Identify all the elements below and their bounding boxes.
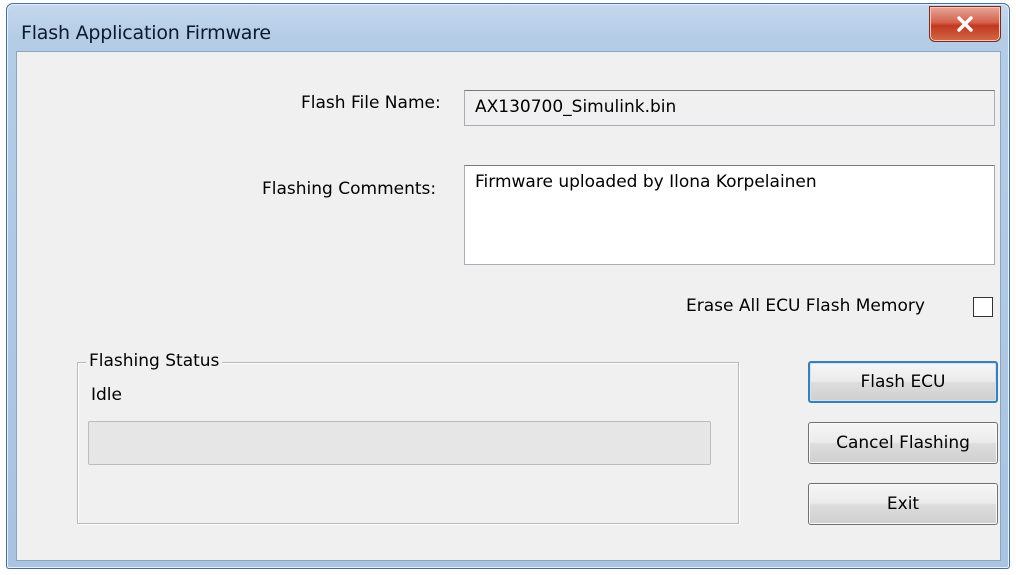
title-bar[interactable]: Flash Application Firmware [7, 4, 1009, 58]
exit-button[interactable]: Exit [808, 483, 998, 525]
flash-ecu-button-label: Flash ECU [860, 372, 946, 392]
flash-file-name-field[interactable]: AX130700_Simulink.bin [464, 90, 995, 126]
close-icon [957, 16, 973, 32]
dialog-window: Flash Application Firmware Flash File Na… [6, 3, 1010, 569]
window-title: Flash Application Firmware [21, 22, 271, 44]
cancel-flashing-button[interactable]: Cancel Flashing [808, 422, 998, 464]
flashing-status-text: Idle [91, 385, 122, 405]
flashing-progress-bar [88, 421, 711, 465]
dialog-body: Flash File Name: AX130700_Simulink.bin F… [16, 51, 1001, 561]
flashing-comments-label: Flashing Comments: [262, 179, 437, 199]
close-button[interactable] [929, 6, 1001, 42]
flash-ecu-button[interactable]: Flash ECU [808, 361, 998, 403]
erase-flash-checkbox[interactable] [973, 297, 993, 317]
erase-flash-label: Erase All ECU Flash Memory [686, 296, 925, 316]
exit-button-label: Exit [886, 494, 920, 514]
flashing-status-title: Flashing Status [86, 351, 223, 371]
flashing-status-group: Flashing Status Idle [77, 351, 739, 524]
cancel-flashing-button-label: Cancel Flashing [836, 433, 970, 453]
flash-file-name-label: Flash File Name: [301, 93, 441, 113]
flashing-comments-textarea[interactable]: Firmware uploaded by Ilona Korpelainen [464, 165, 995, 265]
